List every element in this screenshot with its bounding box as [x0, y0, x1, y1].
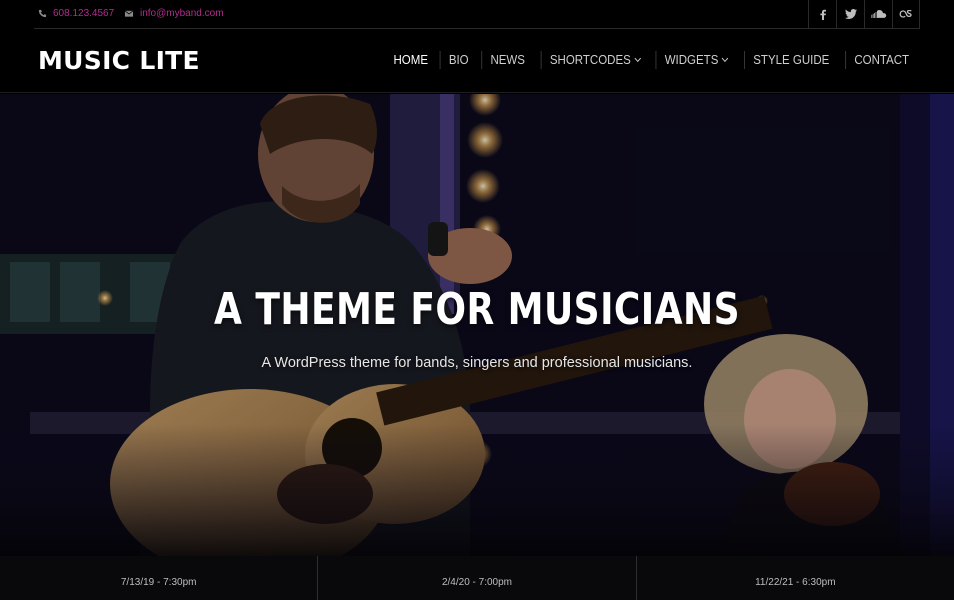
nav-label: CONTACT [853, 53, 909, 67]
chevron-down-icon [633, 54, 641, 63]
nav-item-style-guide[interactable]: STYLE GUIDE [743, 51, 838, 69]
hero-title: A THEME FOR MUSICIANS [214, 284, 740, 335]
site-header: MUSIC LITE HOME BIO NEWS SHORTCODES WIDG… [0, 30, 954, 93]
social-links [808, 0, 920, 28]
soundcloud-icon[interactable] [864, 0, 892, 28]
phone-number: 608.123.4567 [53, 8, 115, 19]
event-item[interactable]: 7/13/19 - 7:30pm [0, 556, 317, 600]
email-address: info@myband.com [140, 8, 224, 19]
envelope-icon [124, 10, 134, 17]
email-contact[interactable]: info@myband.com [124, 8, 224, 19]
event-item[interactable]: 11/22/21 - 6:30pm [635, 556, 954, 600]
event-date: 11/22/21 - 6:30pm [755, 577, 836, 588]
chevron-down-icon [722, 54, 730, 63]
nav-label: SHORTCODES [549, 53, 631, 67]
hero-subtitle: A WordPress theme for bands, singers and… [261, 355, 693, 371]
nav-item-bio[interactable]: BIO [440, 51, 477, 69]
nav-item-shortcodes[interactable]: SHORTCODES [540, 51, 648, 69]
nav-item-news[interactable]: NEWS [481, 51, 533, 69]
site-logo[interactable]: MUSIC LITE [38, 46, 200, 75]
event-item[interactable]: 2/4/20 - 7:00pm [317, 556, 635, 600]
nav-label: BIO [449, 53, 470, 67]
event-date: 2/4/20 - 7:00pm [441, 577, 513, 588]
lastfm-icon[interactable] [892, 0, 920, 28]
nav-label: HOME [393, 53, 428, 67]
nav-label: NEWS [490, 53, 525, 67]
nav-label: WIDGETS [665, 53, 719, 67]
nav-label: STYLE GUIDE [753, 53, 830, 67]
events-strip: 7/13/19 - 7:30pm 2/4/20 - 7:00pm 11/22/2… [0, 556, 954, 600]
phone-icon [38, 9, 47, 18]
nav-item-home[interactable]: HOME [385, 51, 436, 69]
phone-contact[interactable]: 608.123.4567 [38, 8, 114, 19]
nav-item-contact[interactable]: CONTACT [844, 51, 917, 69]
twitter-icon[interactable] [836, 0, 864, 28]
event-date: 7/13/19 - 7:30pm [120, 577, 197, 588]
hero-banner: A THEME FOR MUSICIANS A WordPress theme … [0, 94, 954, 556]
facebook-icon[interactable] [808, 0, 836, 28]
main-navigation: HOME BIO NEWS SHORTCODES WIDGETS STYLE G… [383, 50, 920, 70]
nav-item-widgets[interactable]: WIDGETS [655, 51, 736, 69]
top-contact-bar: 608.123.4567 info@myband.com [0, 0, 954, 30]
topbar-divider [34, 28, 920, 29]
